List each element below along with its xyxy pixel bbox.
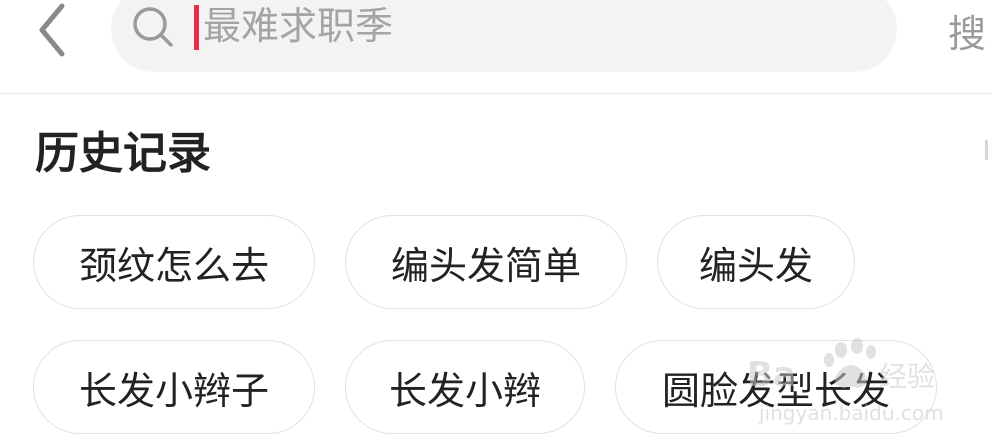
search-top-bar: 搜: [0, 0, 992, 94]
search-box[interactable]: [111, 0, 897, 72]
search-button[interactable]: 搜: [948, 3, 986, 58]
chevron-left-icon: [39, 3, 65, 57]
text-cursor: [194, 5, 199, 50]
history-chip[interactable]: 编头发简单: [345, 215, 627, 309]
history-chip[interactable]: 长发小辫: [345, 340, 585, 434]
history-chip[interactable]: 圆脸发型长发: [615, 340, 937, 434]
search-input[interactable]: [203, 0, 843, 54]
history-chip[interactable]: 编头发: [657, 215, 855, 309]
search-page: 搜 历史记录 颈纹怎么去 编头发简单 编头发 长发小辫子 长发小辫 圆脸发型长发…: [0, 0, 992, 441]
search-icon: [133, 7, 173, 47]
clear-history-button[interactable]: [985, 140, 988, 160]
history-title: 历史记录: [35, 128, 211, 179]
history-chip[interactable]: 长发小辫子: [33, 340, 315, 434]
back-button[interactable]: [22, 0, 82, 60]
history-chip[interactable]: 颈纹怎么去: [33, 215, 315, 309]
